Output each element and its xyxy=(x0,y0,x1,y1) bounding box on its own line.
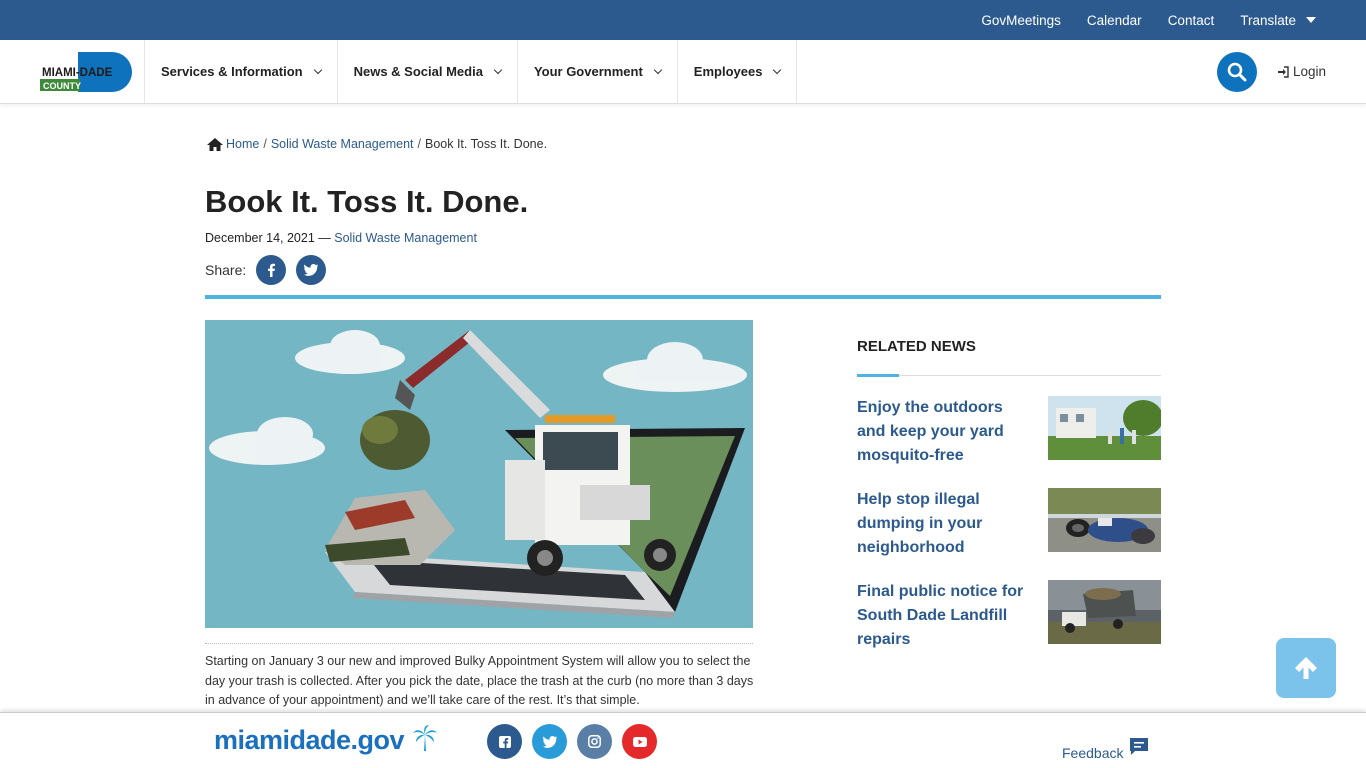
caret-down-icon xyxy=(1306,17,1316,23)
nav-label: Employees xyxy=(693,64,763,79)
feedback-label: Feedback xyxy=(1062,745,1124,761)
breadcrumb-current: Book It. Toss It. Done. xyxy=(424,137,548,151)
chevron-down-icon xyxy=(653,65,663,74)
landfill-photo xyxy=(1048,580,1161,644)
login-label: Login xyxy=(1293,64,1327,79)
share-twitter-button[interactable] xyxy=(296,255,327,285)
related-news-title[interactable]: Enjoy the outdoors and keep your yard mo… xyxy=(857,396,1032,468)
footer-facebook-button[interactable] xyxy=(487,724,522,759)
breadcrumb-separator: / xyxy=(263,137,267,151)
related-news-thumbnail[interactable] xyxy=(1048,580,1161,644)
related-news-accent xyxy=(857,374,899,377)
share-bar: Share: xyxy=(205,255,327,285)
utility-link-calendar[interactable]: Calendar xyxy=(1087,13,1142,28)
palm-tree-icon xyxy=(413,725,438,751)
logo-text-line2: COUNTY xyxy=(43,81,81,91)
nav-employees[interactable]: Employees xyxy=(676,40,798,103)
utility-bar: GovMeetings Calendar Contact Translate xyxy=(0,0,1366,40)
feedback-link[interactable]: Feedback xyxy=(1062,737,1149,761)
utility-link-contact[interactable]: Contact xyxy=(1168,13,1215,28)
logo-graphic: MIAMI-DADE COUNTY xyxy=(40,52,132,92)
footer-instagram-button[interactable] xyxy=(577,724,612,759)
share-facebook-button[interactable] xyxy=(256,255,287,285)
breadcrumb-separator: / xyxy=(417,137,421,151)
breadcrumb-solid-waste[interactable]: Solid Waste Management xyxy=(271,137,414,151)
instagram-icon xyxy=(588,735,601,748)
facebook-icon xyxy=(268,263,276,277)
search-button[interactable] xyxy=(1217,52,1257,92)
brand-text: miamidade.gov xyxy=(214,725,405,755)
chevron-down-icon xyxy=(313,65,322,74)
related-news-title[interactable]: Help stop illegal dumping in your neighb… xyxy=(857,488,1032,560)
nav-services-information[interactable]: Services & Information xyxy=(144,40,337,103)
breadcrumb: Home / Solid Waste Management / Book It.… xyxy=(207,137,547,151)
nav-label: Services & Information xyxy=(161,64,303,79)
related-news-title[interactable]: Final public notice for South Dade Landf… xyxy=(857,580,1032,652)
image-caption-divider xyxy=(205,643,753,644)
search-icon xyxy=(1227,62,1247,82)
miami-dade-logo[interactable]: MIAMI-DADE COUNTY xyxy=(40,52,132,92)
article-date: December 14, 2021 xyxy=(205,231,315,245)
related-news-thumbnail[interactable] xyxy=(1048,488,1161,552)
article-hero-image xyxy=(205,320,753,628)
nav-label: Your Government xyxy=(533,64,643,79)
translate-label: Translate xyxy=(1240,12,1296,28)
related-news-heading: RELATED NEWS xyxy=(857,338,976,355)
utility-link-govmeetings[interactable]: GovMeetings xyxy=(981,13,1061,28)
related-news-item[interactable]: Help stop illegal dumping in your neighb… xyxy=(857,488,1161,568)
facebook-icon xyxy=(498,735,511,748)
translate-dropdown[interactable]: Translate xyxy=(1240,13,1316,28)
footer-twitter-button[interactable] xyxy=(532,724,567,759)
meta-separator: — xyxy=(318,231,331,245)
chevron-down-icon xyxy=(493,65,503,74)
truck-laptop-illustration xyxy=(205,320,753,628)
related-news-thumbnail[interactable] xyxy=(1048,396,1161,460)
arrow-up-icon xyxy=(1295,657,1317,679)
main-navigation: MIAMI-DADE COUNTY Services & Information… xyxy=(0,40,1366,104)
article-meta: December 14, 2021 — Solid Waste Manageme… xyxy=(205,231,477,245)
article-body: Starting on January 3 our new and improv… xyxy=(205,654,754,707)
footer-bar: miamidade.gov Feedback xyxy=(0,712,1366,768)
page-title: Book It. Toss It. Done. xyxy=(205,184,529,219)
dumping-photo xyxy=(1048,488,1161,552)
department-link[interactable]: Solid Waste Management xyxy=(334,231,477,245)
related-news-divider xyxy=(857,375,1161,376)
twitter-icon xyxy=(542,735,557,748)
chevron-down-icon xyxy=(773,65,782,74)
share-label: Share: xyxy=(205,262,247,278)
title-divider xyxy=(205,295,1161,299)
footer-youtube-button[interactable] xyxy=(622,724,657,759)
miamidade-gov-logo[interactable]: miamidade.gov xyxy=(214,725,438,756)
primary-nav-list: Services & Information News & Social Med… xyxy=(144,40,798,103)
related-news-item[interactable]: Enjoy the outdoors and keep your yard mo… xyxy=(857,396,1161,476)
logo-text-line1: MIAMI-DADE xyxy=(42,67,113,79)
nav-your-government[interactable]: Your Government xyxy=(516,40,677,103)
sign-in-icon xyxy=(1278,65,1289,78)
login-link[interactable]: Login xyxy=(1277,64,1326,79)
home-icon xyxy=(207,137,223,151)
comment-icon xyxy=(1130,738,1149,755)
twitter-icon xyxy=(304,264,319,276)
youtube-icon xyxy=(632,736,647,747)
nav-news-social-media[interactable]: News & Social Media xyxy=(336,40,517,103)
breadcrumb-home[interactable]: Home xyxy=(226,137,259,151)
back-to-top-button[interactable] xyxy=(1276,638,1336,698)
yard-photo xyxy=(1048,396,1161,460)
nav-label: News & Social Media xyxy=(353,64,483,79)
related-news-item[interactable]: Final public notice for South Dade Landf… xyxy=(857,580,1161,660)
